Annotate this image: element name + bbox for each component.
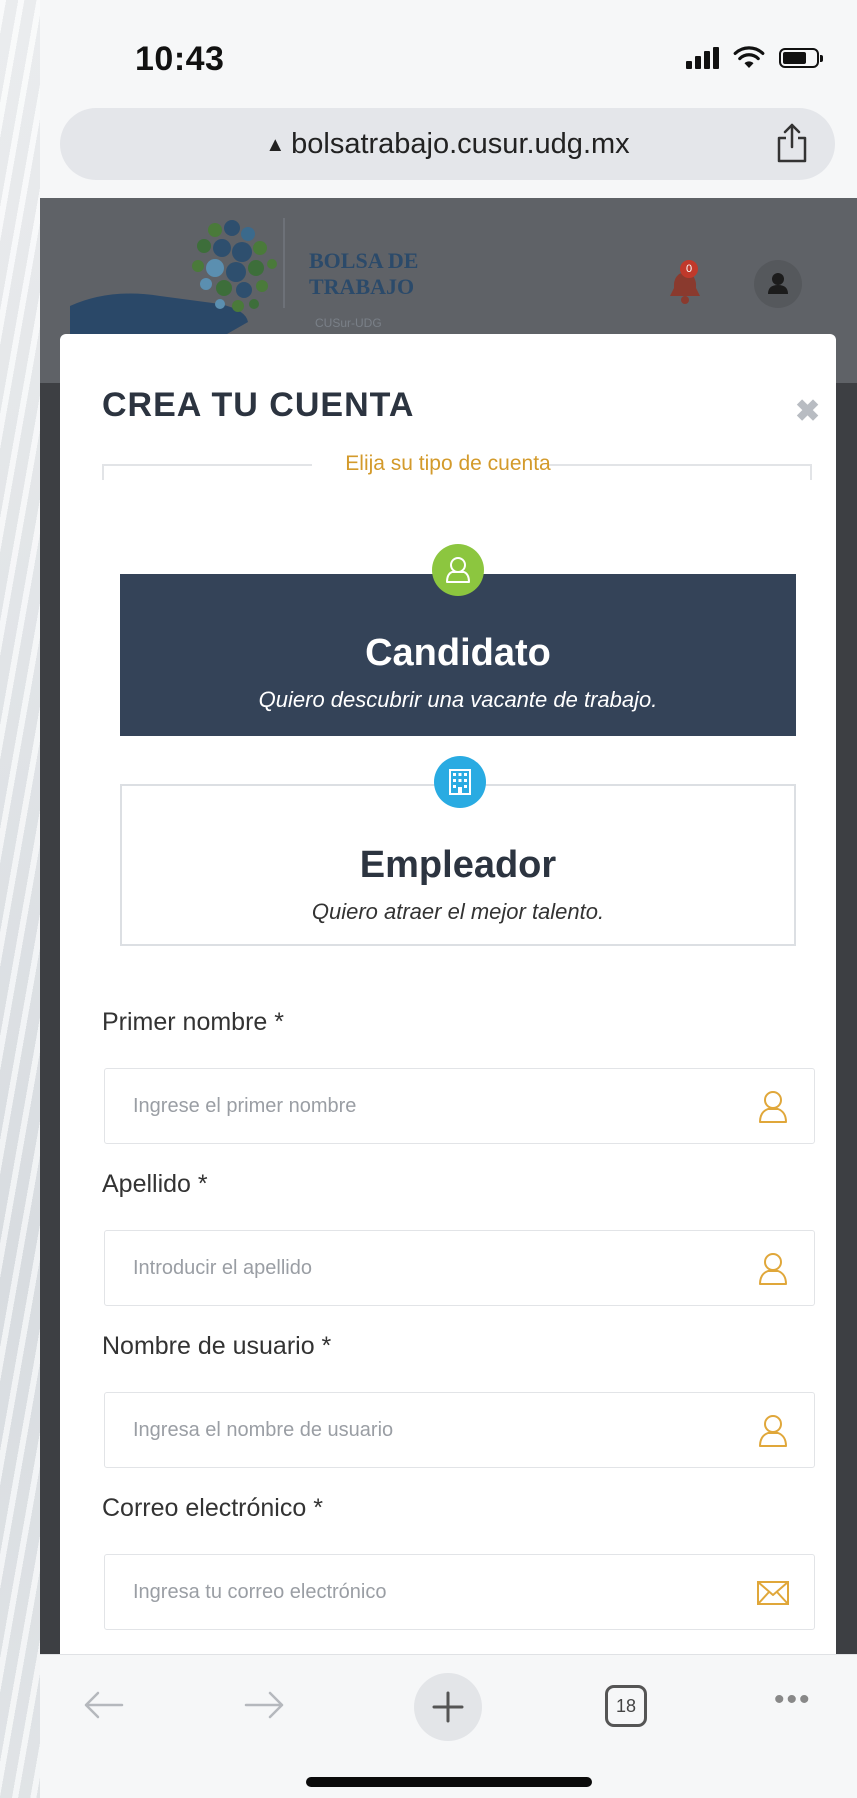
account-type-title: Empleador <box>359 844 557 886</box>
first-name-field[interactable] <box>104 1068 815 1144</box>
user-icon <box>768 273 788 294</box>
notification-count-badge: 0 <box>680 260 698 278</box>
account-type-description: Quiero atraer el mejor talento. <box>311 899 605 924</box>
tabs-count-button[interactable]: 18 <box>605 1685 647 1727</box>
account-type-legend: Elija su tipo de cuenta <box>345 452 551 475</box>
share-icon[interactable] <box>775 122 809 164</box>
email-input[interactable] <box>105 1555 755 1629</box>
url-text: bolsatrabajo.cusur.udg.mx <box>291 128 630 160</box>
username-input[interactable] <box>105 1393 755 1467</box>
user-account-button[interactable] <box>754 260 802 308</box>
status-icons <box>686 46 823 70</box>
status-time: 10:43 <box>135 40 225 78</box>
account-type-description: Quiero descubrir una vacante de trabajo. <box>258 687 658 712</box>
account-type-empleador[interactable]: Empleador Quiero atraer el mejor talento… <box>120 756 796 946</box>
envelope-icon <box>757 1581 789 1605</box>
user-outline-icon <box>759 1415 787 1447</box>
email-field[interactable] <box>104 1554 815 1630</box>
background-building-texture <box>0 0 40 1798</box>
plus-icon <box>432 1691 464 1723</box>
email-label: Correo electrónico * <box>102 1494 323 1522</box>
logo-subtitle: CUSur-UDG <box>315 316 382 330</box>
create-account-modal: CREA TU CUENTA ✖ Elija su tipo de cuenta… <box>60 334 836 1654</box>
back-arrow-icon[interactable] <box>78 1685 128 1725</box>
close-icon[interactable]: ✖ <box>795 394 820 429</box>
phone-screen: 10:43 ▲ bolsatrabajo.cusur.udg.mx BOLSA … <box>40 0 857 1798</box>
account-type-title: Candidato <box>365 632 551 674</box>
building-icon <box>449 769 471 795</box>
home-indicator[interactable] <box>306 1777 592 1787</box>
forward-arrow-icon[interactable] <box>240 1685 290 1725</box>
user-outline-icon <box>446 557 470 583</box>
last-name-input[interactable] <box>105 1231 755 1305</box>
modal-title: CREA TU CUENTA <box>102 386 415 424</box>
first-name-label: Primer nombre * <box>102 1008 284 1036</box>
first-name-input[interactable] <box>105 1069 755 1143</box>
logo-title-line2: TRABAJO <box>309 274 415 299</box>
logo-title-line1: BOLSA DE <box>309 248 419 273</box>
logo-title: BOLSA DE TRABAJO <box>309 248 418 300</box>
user-outline-icon <box>759 1091 787 1123</box>
status-bar: 10:43 <box>40 0 857 110</box>
wifi-icon <box>733 46 765 68</box>
candidato-badge <box>432 544 484 596</box>
empleador-badge <box>434 756 486 808</box>
new-tab-button[interactable] <box>414 1673 482 1741</box>
url-display: ▲ bolsatrabajo.cusur.udg.mx <box>60 128 835 161</box>
user-outline-icon <box>759 1253 787 1285</box>
battery-icon <box>779 48 823 68</box>
last-name-label: Apellido * <box>102 1170 208 1198</box>
account-type-candidato[interactable]: Candidato Quiero descubrir una vacante d… <box>120 544 796 736</box>
battery-level <box>783 52 806 64</box>
cellular-signal-icon <box>686 47 719 69</box>
username-field[interactable] <box>104 1392 815 1468</box>
more-options-icon[interactable]: ••• <box>774 1683 812 1717</box>
last-name-field[interactable] <box>104 1230 815 1306</box>
username-label: Nombre de usuario * <box>102 1332 332 1360</box>
address-bar[interactable]: ▲ bolsatrabajo.cusur.udg.mx <box>60 108 835 180</box>
warning-icon: ▲ <box>265 134 286 156</box>
